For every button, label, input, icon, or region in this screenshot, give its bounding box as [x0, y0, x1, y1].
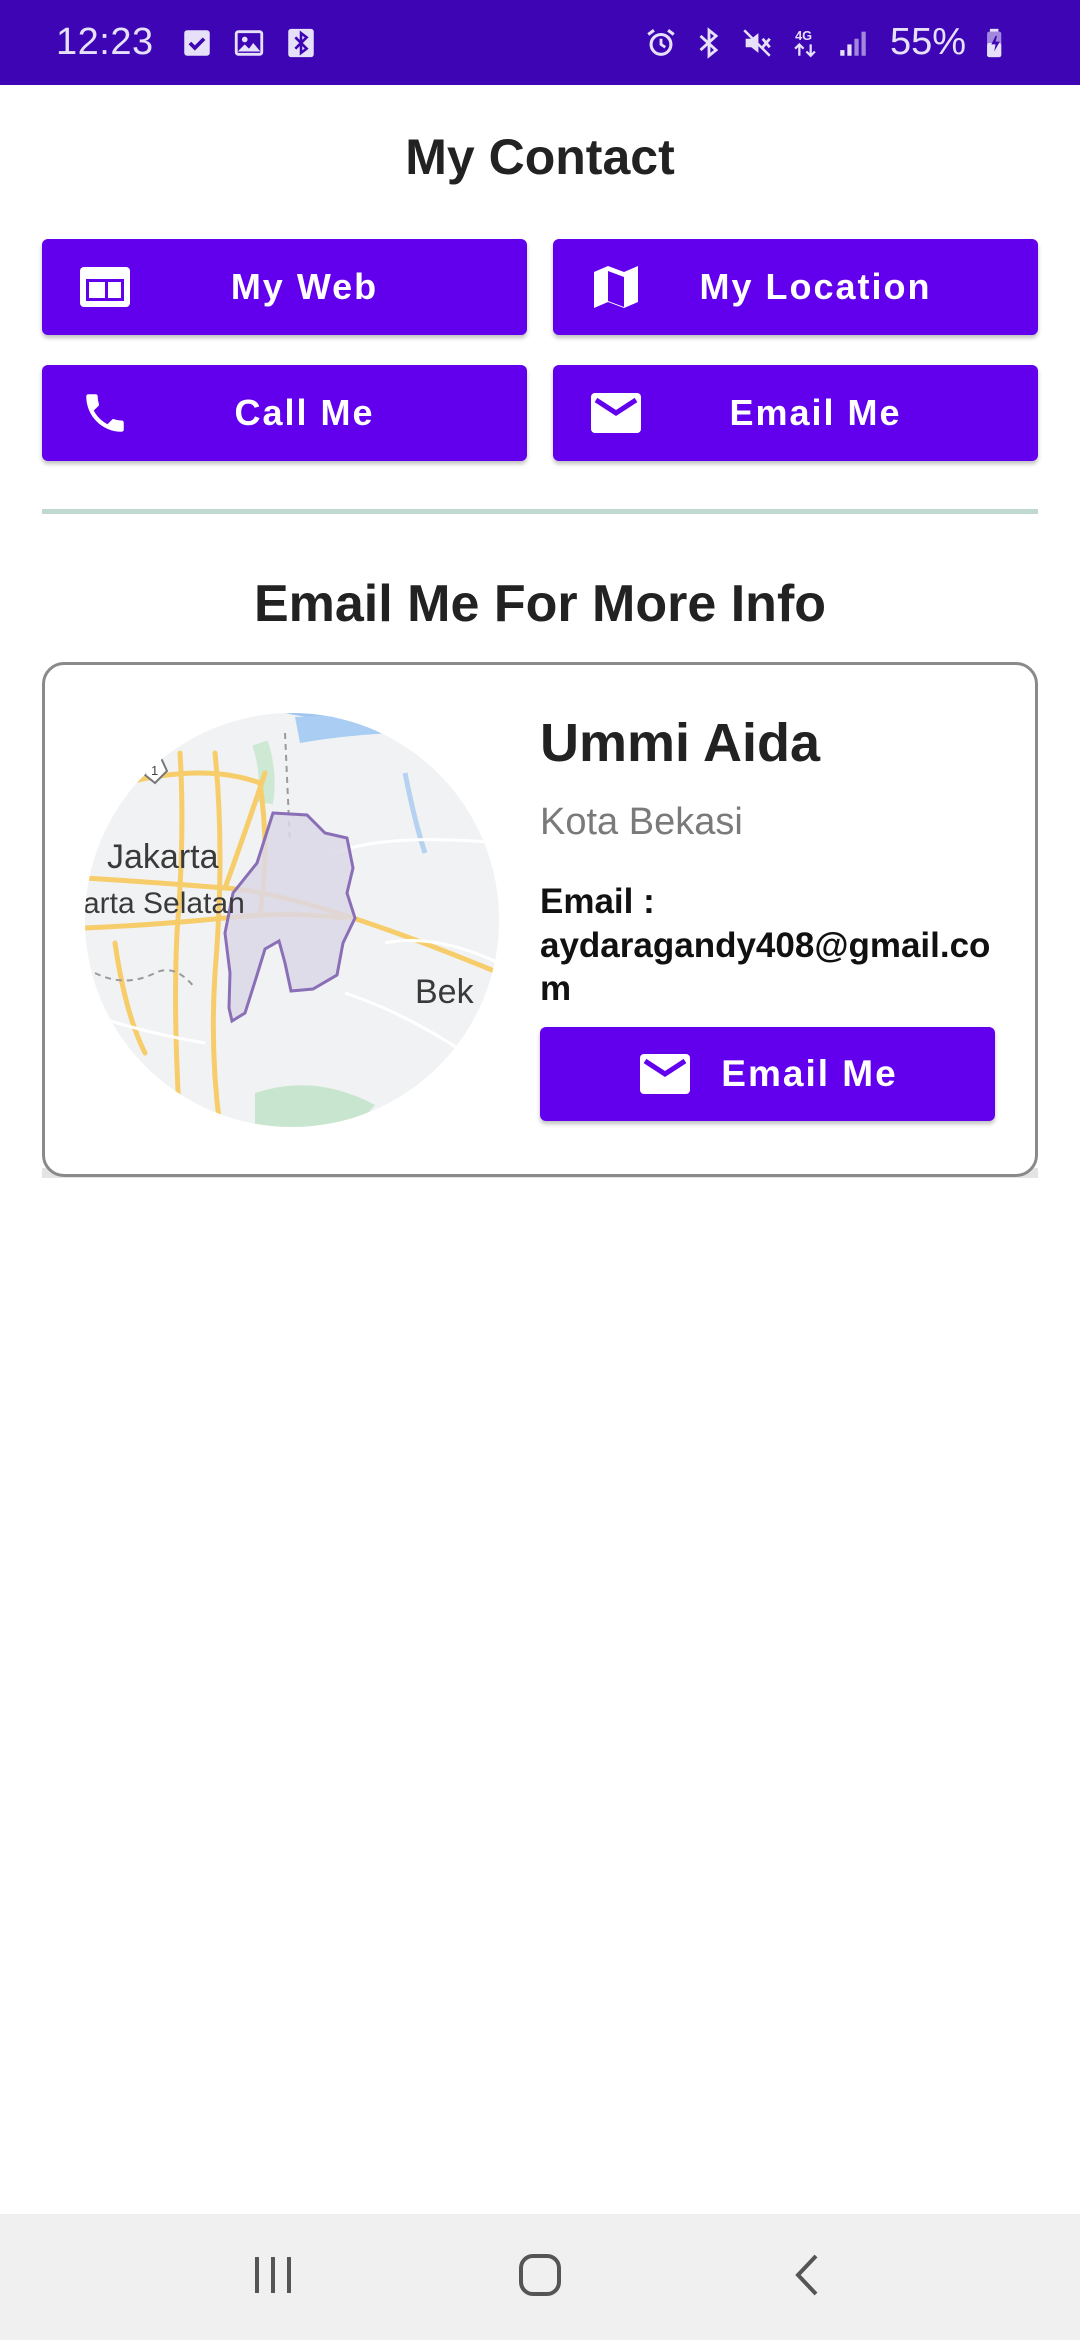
contact-city: Kota Bekasi: [540, 801, 743, 843]
contact-name: Ummi Aida: [540, 713, 821, 773]
route-marker-label: 1: [151, 763, 158, 778]
my-web-button[interactable]: My Web: [42, 239, 527, 335]
4g-data-icon: 4G: [788, 26, 822, 60]
contact-email: aydaragandy408@gmail.com: [540, 926, 991, 1008]
mail-icon: [589, 389, 643, 437]
back-icon: [790, 2252, 824, 2303]
home-icon: [517, 2252, 563, 2303]
email-label: Email :: [540, 882, 655, 921]
map-label-bekasi: Bek: [415, 973, 475, 1011]
section-title: Email Me For More Info: [253, 575, 827, 633]
system-nav-bar: [0, 2214, 1080, 2340]
home-button[interactable]: [480, 2232, 600, 2322]
contact-card: 1 Jakarta arta Selatan Bek Ummi Aida Kot…: [42, 662, 1038, 1177]
status-right: 4G 55%: [640, 21, 1024, 64]
map-label-jakarta: Jakarta: [107, 838, 219, 876]
location-map-image[interactable]: 1 Jakarta arta Selatan Bek: [85, 713, 499, 1127]
alarm-icon: [644, 26, 678, 60]
status-left: 12:23: [56, 21, 336, 64]
call-me-button[interactable]: Call Me: [42, 365, 527, 461]
mail-icon: [637, 1051, 693, 1097]
mute-icon: [740, 26, 774, 60]
map-icon: [589, 263, 643, 311]
battery-charging-icon: [980, 26, 1014, 60]
divider: [42, 509, 1038, 514]
phone-icon: [78, 389, 132, 437]
email-me-button[interactable]: Email Me: [553, 365, 1038, 461]
card-email-me-label: Email Me: [721, 1053, 898, 1094]
web-icon: [78, 263, 132, 311]
status-time: 12:23: [56, 21, 154, 63]
back-button[interactable]: [747, 2232, 867, 2322]
checkbox-notification-icon: [180, 26, 214, 60]
signal-icon: [836, 26, 870, 60]
bluetooth-icon: [692, 26, 726, 60]
status-bar: 12:23 4G 55%: [0, 0, 1080, 85]
svg-text:4G: 4G: [795, 28, 812, 43]
recent-apps-button[interactable]: [213, 2232, 333, 2322]
recent-apps-icon: [251, 2255, 295, 2300]
page-title: My Contact: [405, 129, 675, 185]
my-location-button[interactable]: My Location: [553, 239, 1038, 335]
image-notification-icon: [232, 26, 266, 60]
card-email-me-button[interactable]: Email Me: [540, 1027, 995, 1121]
bluetooth-notification-icon: [284, 26, 318, 60]
battery-percentage: 55%: [889, 21, 966, 63]
map-label-selatan: arta Selatan: [85, 887, 245, 920]
